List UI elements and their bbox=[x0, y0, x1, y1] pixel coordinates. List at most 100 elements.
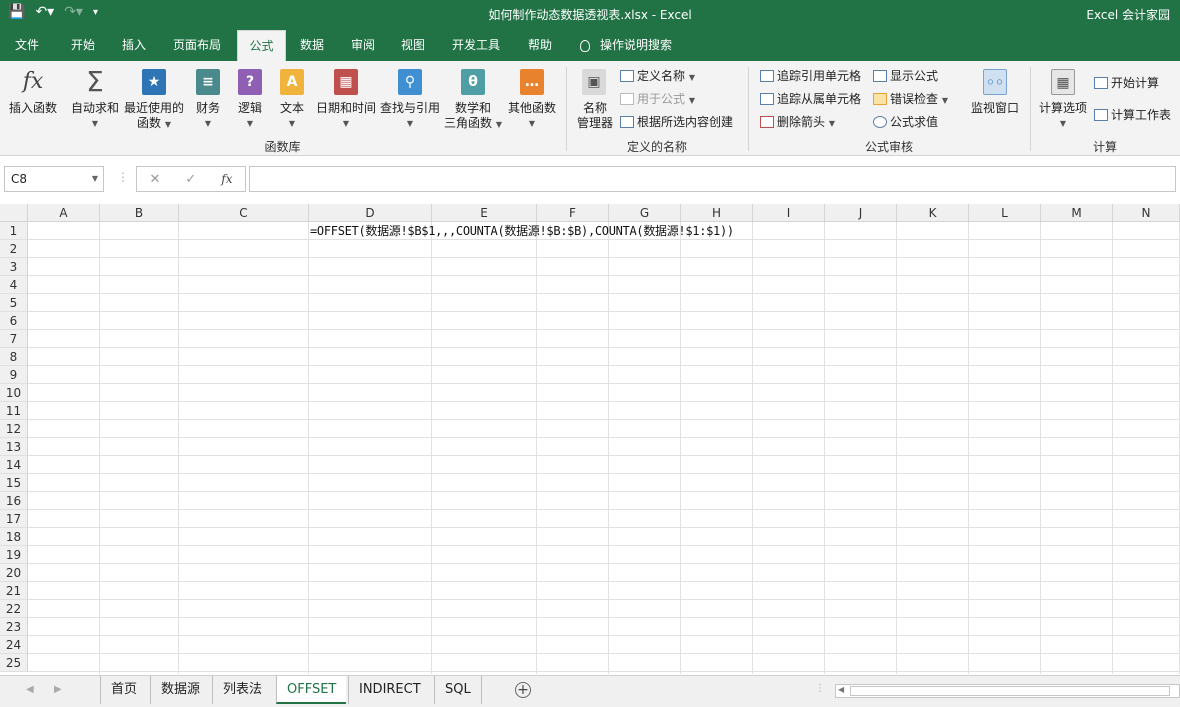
column-gridline bbox=[968, 222, 969, 674]
row-header[interactable]: 17 bbox=[0, 510, 28, 528]
row-header[interactable]: 24 bbox=[0, 636, 28, 654]
trace-precedents-button[interactable]: 追踪引用单元格 bbox=[760, 68, 861, 84]
row-header[interactable]: 13 bbox=[0, 438, 28, 456]
calc-sheet-button[interactable]: 计算工作表 bbox=[1094, 107, 1171, 123]
tell-me-search[interactable]: 操作说明搜索 bbox=[580, 30, 672, 61]
row-header[interactable]: 23 bbox=[0, 618, 28, 636]
define-name-button[interactable]: 定义名称 ▼ bbox=[620, 68, 695, 86]
tab-review[interactable]: 审阅 bbox=[341, 30, 385, 61]
resize-handle-icon[interactable]: ⋮ bbox=[117, 170, 129, 184]
watch-window-button[interactable]: ◦◦ 监视窗口 bbox=[968, 67, 1022, 116]
cancel-icon[interactable]: ✕ bbox=[149, 172, 160, 187]
chevron-down-icon[interactable]: ▼ bbox=[92, 174, 98, 183]
worksheet-grid[interactable]: A B C D E F G H I J K L M N 1 2 3 4 5 6 7 8 9 10 11 12 13 14 15 16 17 1… bbox=[0, 204, 1180, 674]
row-header[interactable]: 10 bbox=[0, 384, 28, 402]
add-sheet-icon[interactable]: + bbox=[515, 682, 531, 698]
math-trig-button[interactable]: θ 数学和 三角函数 ▼ bbox=[442, 67, 504, 132]
prev-sheet-icon[interactable]: ◀ bbox=[26, 684, 34, 695]
more-functions-button[interactable]: … 其他函数 ▼ bbox=[504, 67, 560, 131]
tab-split-handle-icon[interactable]: ⋮ bbox=[815, 683, 825, 694]
row-header[interactable]: 14 bbox=[0, 456, 28, 474]
remove-arrows-button[interactable]: 删除箭头 ▼ bbox=[760, 114, 835, 132]
sheet-tab-list-method[interactable]: 列表法 bbox=[212, 676, 272, 704]
column-header[interactable]: I bbox=[753, 204, 825, 222]
recently-used-button[interactable]: ★ 最近使用的 函数 ▼ bbox=[122, 67, 186, 132]
tab-data[interactable]: 数据 bbox=[290, 30, 334, 61]
column-header[interactable]: E bbox=[432, 204, 537, 222]
lookup-reference-button[interactable]: ⚲ 查找与引用 ▼ bbox=[378, 67, 442, 131]
row-header[interactable]: 21 bbox=[0, 582, 28, 600]
row-header[interactable]: 16 bbox=[0, 492, 28, 510]
row-header[interactable]: 9 bbox=[0, 366, 28, 384]
next-sheet-icon[interactable]: ▶ bbox=[54, 684, 62, 695]
tab-file[interactable]: 文件 bbox=[5, 30, 49, 61]
name-box[interactable]: C8 ▼ bbox=[4, 166, 104, 192]
tab-home[interactable]: 开始 bbox=[61, 30, 105, 61]
question-icon: ? bbox=[238, 69, 262, 95]
column-header[interactable]: A bbox=[28, 204, 100, 222]
create-from-selection-button[interactable]: 根据所选内容创建 bbox=[620, 114, 733, 130]
calc-options-button[interactable]: ▦ 计算选项 ▼ bbox=[1036, 67, 1090, 131]
tab-view[interactable]: 视图 bbox=[391, 30, 435, 61]
sheet-tab-sql[interactable]: SQL bbox=[434, 676, 482, 704]
row-header[interactable]: 4 bbox=[0, 276, 28, 294]
row-header[interactable]: 3 bbox=[0, 258, 28, 276]
scroll-thumb[interactable] bbox=[850, 686, 1170, 696]
column-header[interactable]: H bbox=[681, 204, 753, 222]
row-header[interactable]: 7 bbox=[0, 330, 28, 348]
row-header[interactable]: 22 bbox=[0, 600, 28, 618]
sheet-tab-offset[interactable]: OFFSET bbox=[276, 676, 347, 704]
row-header[interactable]: 5 bbox=[0, 294, 28, 312]
formula-input[interactable] bbox=[249, 166, 1176, 192]
column-header[interactable]: K bbox=[897, 204, 969, 222]
row-header[interactable]: 12 bbox=[0, 420, 28, 438]
tab-formulas[interactable]: 公式 bbox=[237, 30, 286, 61]
calc-now-button[interactable]: 开始计算 bbox=[1094, 75, 1159, 91]
row-header[interactable]: 2 bbox=[0, 240, 28, 258]
scroll-left-icon[interactable]: ◀ bbox=[838, 685, 844, 694]
financial-button[interactable]: ≡ 财务 ▼ bbox=[190, 67, 226, 131]
show-formulas-button[interactable]: 显示公式 bbox=[873, 68, 938, 84]
account-name[interactable]: Excel 会计家园 bbox=[1086, 6, 1170, 23]
evaluate-formula-button[interactable]: 公式求值 bbox=[873, 114, 938, 130]
column-header[interactable]: D bbox=[309, 204, 432, 222]
column-header[interactable]: J bbox=[825, 204, 897, 222]
row-header[interactable]: 8 bbox=[0, 348, 28, 366]
row-header[interactable]: 18 bbox=[0, 528, 28, 546]
select-all-corner[interactable] bbox=[0, 204, 28, 222]
column-header[interactable]: C bbox=[179, 204, 309, 222]
row-header[interactable]: 1 bbox=[0, 222, 28, 240]
column-header[interactable]: M bbox=[1041, 204, 1113, 222]
trace-dependents-button[interactable]: 追踪从属单元格 bbox=[760, 91, 861, 107]
column-header[interactable]: G bbox=[609, 204, 681, 222]
sheet-tab-home[interactable]: 首页 bbox=[100, 676, 147, 704]
insert-function-fx-button[interactable]: fx bbox=[221, 172, 232, 186]
insert-function-button[interactable]: fx 插入函数 bbox=[6, 67, 60, 116]
column-header[interactable]: N bbox=[1113, 204, 1180, 222]
tab-developer[interactable]: 开发工具 bbox=[442, 30, 510, 61]
row-header[interactable]: 11 bbox=[0, 402, 28, 420]
logical-button[interactable]: ? 逻辑 ▼ bbox=[232, 67, 268, 131]
sheet-tab-indirect[interactable]: INDIRECT bbox=[348, 676, 431, 704]
tab-help[interactable]: 帮助 bbox=[518, 30, 562, 61]
column-header[interactable]: F bbox=[537, 204, 609, 222]
enter-check-icon[interactable]: ✓ bbox=[185, 172, 196, 187]
tab-page-layout[interactable]: 页面布局 bbox=[163, 30, 231, 61]
error-checking-button[interactable]: 错误检查 ▼ bbox=[873, 91, 948, 109]
tab-insert[interactable]: 插入 bbox=[112, 30, 156, 61]
row-header[interactable]: 19 bbox=[0, 546, 28, 564]
autosum-button[interactable]: Σ 自动求和 ▼ bbox=[68, 67, 122, 131]
cell-d1[interactable]: =OFFSET(数据源!$B$1,,,COUNTA(数据源!$B:$B),COU… bbox=[310, 223, 734, 240]
horizontal-scrollbar[interactable]: ◀ bbox=[835, 684, 1180, 698]
column-header[interactable]: L bbox=[969, 204, 1041, 222]
row-header[interactable]: 25 bbox=[0, 654, 28, 672]
datetime-button[interactable]: ▦ 日期和时间 ▼ bbox=[314, 67, 378, 131]
row-header[interactable]: 6 bbox=[0, 312, 28, 330]
column-header[interactable]: B bbox=[100, 204, 179, 222]
name-manager-button[interactable]: ▣ 名称 管理器 bbox=[572, 67, 618, 131]
use-in-formula-button[interactable]: 用于公式 ▼ bbox=[620, 91, 695, 109]
text-button[interactable]: A 文本 ▼ bbox=[274, 67, 310, 131]
row-header[interactable]: 15 bbox=[0, 474, 28, 492]
row-header[interactable]: 20 bbox=[0, 564, 28, 582]
sheet-tab-data-source[interactable]: 数据源 bbox=[150, 676, 210, 704]
